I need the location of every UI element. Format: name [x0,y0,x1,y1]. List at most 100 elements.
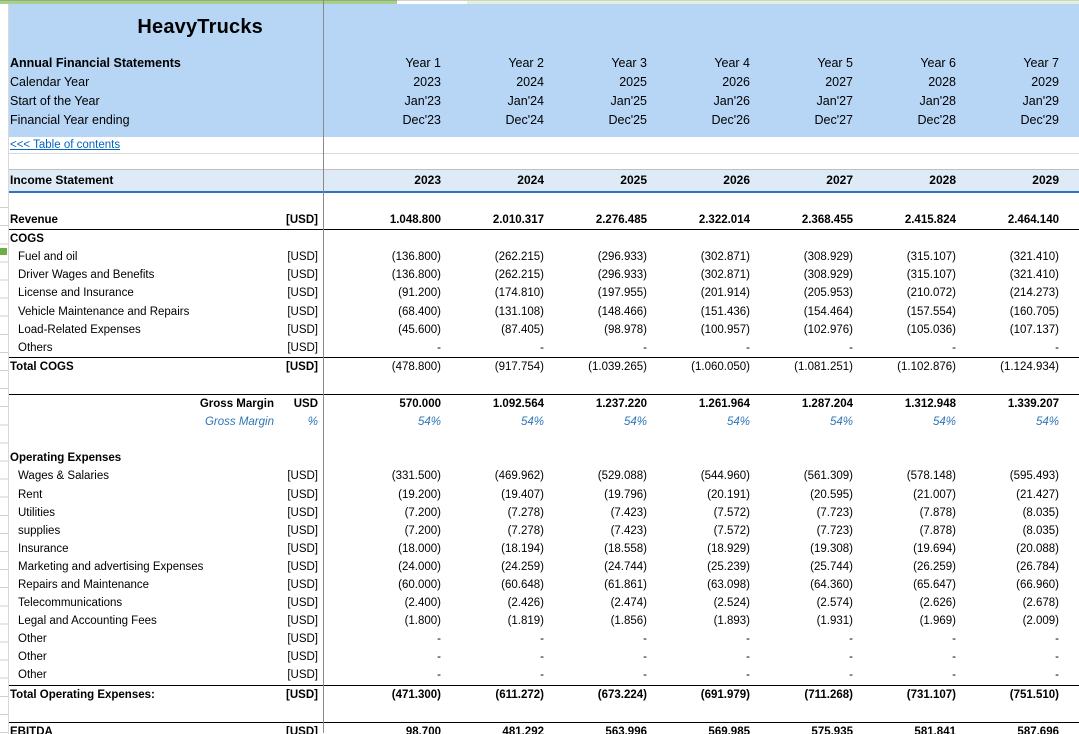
cell-value[interactable]: (66.960) [958,576,1061,594]
row-label[interactable]: Operating Expenses [0,449,280,467]
cell-value[interactable]: (478.800) [340,358,443,376]
cell-value[interactable]: - [752,648,855,666]
cell-value[interactable]: (214.273) [958,284,1061,302]
cell-value[interactable]: Year 1 [340,54,443,73]
cell-value[interactable]: - [340,648,443,666]
cell-value[interactable]: (24.259) [443,558,546,576]
cell-value[interactable]: 2.276.485 [546,211,649,229]
row-label[interactable]: Insurance [0,540,280,558]
cell-value[interactable]: Dec'23 [340,111,443,130]
cell-value[interactable]: Year 7 [958,54,1061,73]
row-unit[interactable] [280,193,326,211]
row-label[interactable]: Other [0,666,280,684]
cell-value[interactable]: (1.856) [546,612,649,630]
cell-value[interactable]: (1.081.251) [752,358,855,376]
cell-value[interactable]: (578.148) [855,467,958,485]
cell-value[interactable]: - [546,666,649,684]
cell-value[interactable]: 2.322.014 [649,211,752,229]
cell-value[interactable]: (148.466) [546,303,649,321]
table-of-contents-link[interactable]: <<< Table of contents [10,139,120,151]
cell-value[interactable]: - [340,339,443,357]
cell-value[interactable]: (7.278) [443,522,546,540]
row-unit[interactable]: [USD] [280,630,326,648]
cell-value[interactable]: 2025 [546,73,649,92]
cell-value[interactable]: (105.036) [855,321,958,339]
row-label[interactable]: Marketing and advertising Expenses [0,558,280,576]
cell-value[interactable]: (100.957) [649,321,752,339]
row-unit[interactable]: [USD] [280,486,326,504]
row-label[interactable]: Repairs and Maintenance [0,576,280,594]
cell-value[interactable]: 570.000 [340,395,443,413]
row-unit[interactable]: [USD] [280,612,326,630]
row-label[interactable]: Start of the Year [0,92,280,111]
cell-value[interactable]: 54% [649,413,752,431]
row-unit[interactable] [280,54,326,73]
row-label[interactable]: Others [0,339,280,357]
cell-value[interactable]: (197.955) [546,284,649,302]
cell-value[interactable]: (201.914) [649,284,752,302]
cell-value[interactable]: (1.102.876) [855,358,958,376]
cell-value[interactable]: - [958,630,1061,648]
cell-value[interactable]: Dec'27 [752,111,855,130]
row-unit[interactable] [280,431,326,449]
cell-value[interactable]: (8.035) [958,504,1061,522]
cell-value[interactable]: - [443,630,546,648]
cell-value[interactable]: - [958,666,1061,684]
cell-value[interactable]: (205.953) [752,284,855,302]
cell-value[interactable]: Dec'25 [546,111,649,130]
cell-value[interactable]: (331.500) [340,467,443,485]
cell-value[interactable]: (1.819) [443,612,546,630]
cell-value[interactable]: (107.137) [958,321,1061,339]
cell-value[interactable]: (7.878) [855,504,958,522]
cell-value[interactable]: (45.600) [340,321,443,339]
cell-value[interactable]: Jan'23 [340,92,443,111]
cell-value[interactable]: (174.810) [443,284,546,302]
row-unit[interactable]: [USD] [280,504,326,522]
cell-value[interactable]: (296.933) [546,266,649,284]
cell-value[interactable]: (24.744) [546,558,649,576]
cell-value[interactable]: - [649,339,752,357]
cell-value[interactable]: (751.510) [958,686,1061,704]
row-unit[interactable]: [USD] [280,558,326,576]
cell-value[interactable]: (315.107) [855,266,958,284]
cell-value[interactable]: (151.436) [649,303,752,321]
cell-value[interactable]: (1.039.265) [546,358,649,376]
cell-value[interactable]: (711.268) [752,686,855,704]
row-label[interactable]: Wages & Salaries [0,467,280,485]
row-label[interactable]: Financial Year ending [0,111,280,130]
cell-value[interactable]: (21.427) [958,486,1061,504]
cell-value[interactable]: Jan'29 [958,92,1061,111]
cell-value[interactable]: 2029 [958,73,1061,92]
cell-value[interactable]: (19.308) [752,540,855,558]
cell-value[interactable]: (308.929) [752,248,855,266]
row-unit[interactable]: USD [280,395,326,413]
row-unit[interactable] [280,449,326,467]
cell-value[interactable]: 1.261.964 [649,395,752,413]
cell-value[interactable]: (98.978) [546,321,649,339]
cell-value[interactable]: Dec'24 [443,111,546,130]
cell-value[interactable]: 2028 [855,170,958,191]
cell-value[interactable]: (160.705) [958,303,1061,321]
row-unit[interactable] [280,230,326,248]
cell-value[interactable]: (691.979) [649,686,752,704]
cell-value[interactable]: (2.426) [443,594,546,612]
cell-value[interactable]: 54% [752,413,855,431]
cell-value[interactable]: (7.423) [546,504,649,522]
cell-value[interactable]: (1.931) [752,612,855,630]
row-label[interactable]: Telecommunications [0,594,280,612]
cell-value[interactable]: (471.300) [340,686,443,704]
cell-value[interactable]: (25.239) [649,558,752,576]
row-label[interactable]: Utilities [0,504,280,522]
cell-value[interactable]: (61.861) [546,576,649,594]
cell-value[interactable]: (544.960) [649,467,752,485]
row-unit[interactable]: [USD] [280,339,326,357]
cell-value[interactable]: (917.754) [443,358,546,376]
cell-value[interactable]: - [546,648,649,666]
cell-value[interactable]: (302.871) [649,266,752,284]
cell-value[interactable]: (262.215) [443,266,546,284]
cell-value[interactable]: (1.800) [340,612,443,630]
cell-value[interactable]: 2023 [340,73,443,92]
cell-value[interactable]: (136.800) [340,248,443,266]
cell-value[interactable]: (157.554) [855,303,958,321]
cell-value[interactable]: (2.626) [855,594,958,612]
